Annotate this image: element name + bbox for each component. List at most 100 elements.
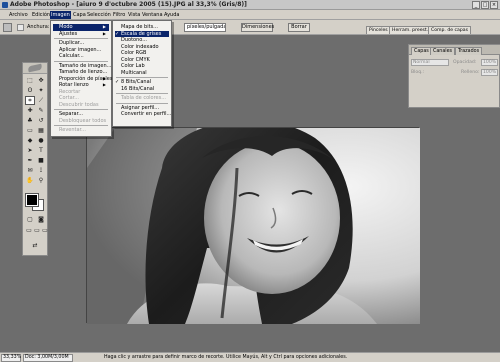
imagen-menu-item-label: Calcular... xyxy=(59,53,84,59)
adobe-feather-icon[interactable] xyxy=(27,63,43,73)
quick-mask-icon[interactable]: ◙ xyxy=(36,215,46,224)
imagen-menu-item-label: Separar... xyxy=(59,111,83,117)
window-controls: _ □ × xyxy=(472,1,498,9)
screen-mode-3-icon[interactable]: ▭ xyxy=(40,226,50,235)
pen-tool-icon[interactable]: ✒ xyxy=(25,156,35,165)
menu-capa[interactable]: Capa xyxy=(72,11,87,19)
crop-tool-button-icon[interactable]: ⌗ xyxy=(25,96,35,105)
crop-tool-icon[interactable] xyxy=(3,23,12,32)
menu-imagen[interactable]: Imagen xyxy=(50,11,71,19)
title-bar: Adobe Photoshop - [aiuro 9 d'octubre 200… xyxy=(0,0,500,10)
eyedropper-tool-icon[interactable]: ⟟ xyxy=(36,166,46,175)
shape-tool-icon[interactable]: ■ xyxy=(36,156,46,165)
clone-stamp-icon[interactable]: ♣ xyxy=(25,116,35,125)
menu-vista[interactable]: Vista xyxy=(127,11,141,19)
zoom-level[interactable]: 33,33% xyxy=(3,354,21,362)
modo-menu-separator xyxy=(116,93,168,94)
imagen-menu-separator xyxy=(54,60,108,62)
doc-info[interactable]: Doc: 3,00M/3,00M xyxy=(25,354,69,362)
lasso-tool-icon[interactable]: ʘ xyxy=(25,86,35,95)
toolbox-header xyxy=(23,63,47,74)
modo-menu-item-label: Color CMYK xyxy=(121,56,150,63)
modo-menu-item-label: Convertir en perfil... xyxy=(121,111,172,117)
modo-menu-item-label: Multicanal xyxy=(121,69,147,76)
tab-capas[interactable]: Capas xyxy=(411,47,432,55)
foreground-color-swatch[interactable] xyxy=(25,193,39,207)
tool-preset-icon[interactable] xyxy=(17,24,24,31)
submenu-arrow-icon: ▶ xyxy=(102,30,106,36)
modo-menu-item-label: Color Lab xyxy=(121,63,145,69)
healing-brush-icon[interactable]: ✚ xyxy=(25,106,35,115)
document-window[interactable] xyxy=(86,127,420,324)
hand-tool-icon[interactable]: ✋ xyxy=(25,176,35,185)
well-tab-pinceles[interactable]: Pinceles xyxy=(366,26,391,34)
marquee-tool-icon[interactable]: ⬚ xyxy=(25,76,35,85)
modo-menu-item-multicanal[interactable]: Multicanal xyxy=(115,70,169,77)
lock-label: Bloq.: xyxy=(411,70,425,75)
close-button[interactable]: × xyxy=(490,1,498,9)
imagen-menu-item-ajustes[interactable]: Ajustes ▶ xyxy=(53,31,109,38)
status-bar: 33,33% Doc: 3,00M/3,00M Haga clic y arra… xyxy=(0,352,500,362)
blend-mode-select[interactable]: Normal xyxy=(411,59,449,66)
standard-mode-icon[interactable]: ▢ xyxy=(25,215,35,224)
imagen-menu-item-descubrir-todas: Descubrir todas xyxy=(53,102,109,109)
photo-face xyxy=(204,142,340,294)
minimize-button[interactable]: _ xyxy=(472,1,480,9)
menu-ayuda[interactable]: Ayuda xyxy=(163,11,180,19)
well-tab-herram-preest[interactable]: Herram. preest. xyxy=(389,26,432,34)
modo-menu-item-label: Color RGB xyxy=(121,50,147,56)
status-hint: Haga clic y arrastre para definir marco … xyxy=(104,355,348,360)
anchura-label: Anchura: xyxy=(27,24,50,30)
modo-menu-item-label: Escala de grises xyxy=(121,30,162,37)
menu-archivo[interactable]: Archivo xyxy=(8,11,29,19)
modo-menu-item-label: Mapa de bits... xyxy=(121,24,158,30)
blur-tool-icon[interactable]: ◆ xyxy=(25,136,35,145)
modo-menu-item-label: Color indexado xyxy=(121,43,159,50)
imagen-menu-item-reventar: Reventar... xyxy=(53,127,109,134)
layers-panel: Capas Canales Trazados Normal Opacidad: … xyxy=(408,44,500,108)
menu-bar: Archivo Edición Imagen Capa Selección Fi… xyxy=(0,10,500,20)
menu-seleccion[interactable]: Selección xyxy=(86,11,112,19)
tab-canales[interactable]: Canales xyxy=(430,47,456,55)
menu-edicion[interactable]: Edición xyxy=(31,11,51,19)
imagen-menu-item-calcular[interactable]: Calcular... xyxy=(53,53,109,60)
maximize-button[interactable]: □ xyxy=(481,1,489,9)
document-photo xyxy=(87,128,420,324)
opacity-field[interactable]: 100% xyxy=(481,59,498,66)
jump-to-imageready-icon[interactable]: ⇄ xyxy=(30,241,40,250)
dodge-tool-icon[interactable]: ● xyxy=(36,136,46,145)
modo-menu-item-label: 16 Bits/Canal xyxy=(121,85,155,92)
modo-menu-separator xyxy=(116,102,168,104)
path-selection-icon[interactable]: ➤ xyxy=(25,146,35,155)
modo-menu-item-tabla-de-colores: Tabla de colores... xyxy=(115,95,169,102)
imagen-menu-item-label: Tamaño de lienzo... xyxy=(59,69,108,75)
fill-field[interactable]: 100% xyxy=(481,69,498,76)
menu-filtro[interactable]: Filtro xyxy=(112,11,126,19)
imagen-menu-item-label: Modo xyxy=(59,24,73,30)
modo-menu-item-convertir-en-perfil[interactable]: Convertir en perfil... xyxy=(115,111,172,118)
resolution-unit-select[interactable]: píxeles/pulgada xyxy=(184,23,226,32)
slice-tool-icon[interactable]: ⟋ xyxy=(36,96,46,105)
well-tab-comp-capas[interactable]: Comp. de capas xyxy=(428,26,471,34)
modo-submenu: Mapa de bits... ✓ Escala de grises Duotono.… xyxy=(112,20,172,127)
imagen-menu-item-desbloquear-todos: Desbloquear todos xyxy=(53,118,109,125)
history-brush-icon[interactable]: ↺ xyxy=(36,116,46,125)
gradient-tool-icon[interactable]: ▦ xyxy=(36,126,46,135)
tab-trazados[interactable]: Trazados xyxy=(455,47,483,55)
imagen-menu-item-label: Recortar xyxy=(59,88,81,95)
modo-menu-separator xyxy=(116,77,168,78)
move-tool-icon[interactable]: ✥ xyxy=(36,76,46,85)
modo-menu-item-16-bits-canal[interactable]: 16 Bits/Canal xyxy=(115,86,169,93)
clear-button[interactable]: Borrar xyxy=(288,23,310,32)
imagen-menu-item-label: Rotar lienzo xyxy=(59,82,89,88)
brush-tool-icon[interactable]: ✎ xyxy=(36,106,46,115)
zoom-tool-icon[interactable]: ⚲ xyxy=(36,176,46,185)
dimensions-button[interactable]: Dimensiones xyxy=(241,23,274,32)
type-tool-icon[interactable]: T xyxy=(36,146,46,155)
magic-wand-tool-icon[interactable]: ✦ xyxy=(36,86,46,95)
imagen-menu-item-label: Desbloquear todos xyxy=(59,117,107,124)
notes-tool-icon[interactable]: ✉ xyxy=(25,166,35,175)
eraser-tool-icon[interactable]: ▭ xyxy=(25,126,35,135)
menu-ventana[interactable]: Ventana xyxy=(141,11,164,19)
imagen-menu-item-label: Tamaño de imagen... xyxy=(59,62,112,69)
